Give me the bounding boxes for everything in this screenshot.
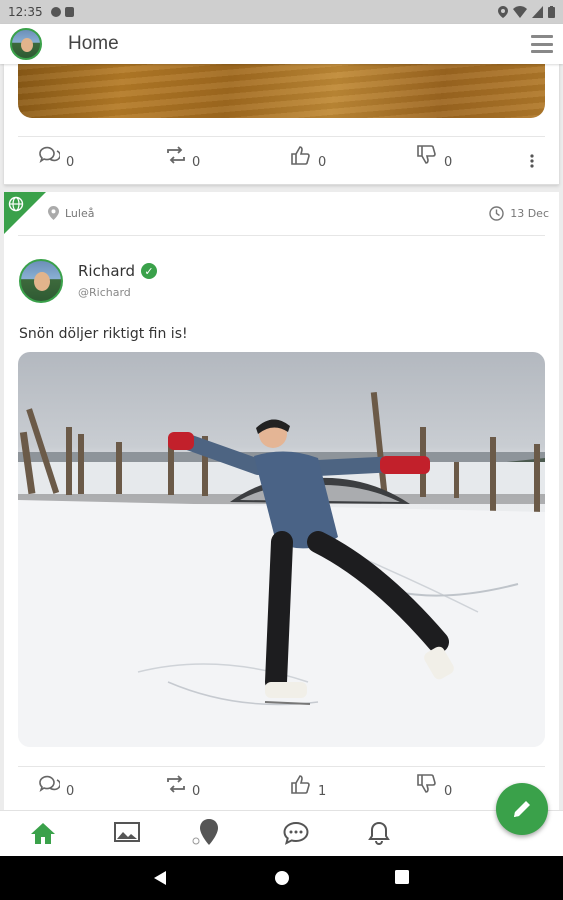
dislike-count: 0	[444, 783, 453, 799]
location-label: Luleå	[65, 206, 95, 220]
globe-icon	[8, 196, 24, 212]
comment-icon	[39, 146, 60, 163]
recents-icon[interactable]	[395, 870, 409, 884]
thumbs-down-icon	[417, 144, 436, 164]
signal-icon	[532, 6, 543, 18]
like-count: 1	[318, 783, 327, 799]
notification-icon	[50, 7, 61, 17]
map-pin-icon[interactable]	[187, 819, 223, 847]
dislike-button[interactable]: 0	[416, 773, 453, 799]
post-text: Snön döljer riktigt fin is!	[19, 326, 188, 342]
repost-button[interactable]: 0	[164, 774, 201, 799]
post-actions: 0 0 1 0	[4, 773, 559, 806]
pencil-icon	[514, 801, 530, 817]
repost-count: 0	[192, 783, 201, 799]
status-time: 12:35	[8, 5, 43, 19]
app-bar: Home	[0, 24, 563, 64]
post-card: 0 0 0 0	[4, 64, 559, 185]
gallery-icon[interactable]	[114, 821, 140, 843]
divider	[18, 136, 545, 137]
like-button[interactable]: 0	[290, 145, 327, 170]
post-actions: 0 0 0 0	[4, 144, 559, 177]
profile-avatar[interactable]	[10, 28, 42, 60]
more-options-icon[interactable]	[529, 153, 535, 169]
sd-card-icon	[64, 7, 74, 17]
post-image[interactable]	[18, 64, 545, 118]
like-button[interactable]: 1	[290, 774, 327, 799]
author-handle[interactable]: @Richard	[78, 286, 131, 299]
divider	[18, 766, 545, 767]
author-avatar[interactable]	[19, 259, 63, 303]
post-date: 13 Dec	[489, 206, 549, 221]
skating-photo	[18, 391, 545, 747]
dislike-count: 0	[444, 154, 453, 170]
thumbs-up-icon	[291, 774, 310, 794]
repost-button[interactable]: 0	[164, 145, 201, 170]
comment-count: 0	[66, 783, 75, 799]
comment-count: 0	[66, 154, 75, 170]
comment-button[interactable]: 0	[38, 146, 75, 170]
divider	[18, 235, 545, 236]
location-pin-icon	[48, 206, 59, 220]
date-label: 13 Dec	[510, 207, 549, 220]
author-name[interactable]: Richard ✓	[78, 262, 157, 280]
location-status-icon	[498, 6, 508, 18]
home-circle-icon[interactable]	[274, 870, 290, 886]
wifi-icon	[513, 6, 527, 18]
chat-icon[interactable]	[283, 821, 309, 845]
back-icon[interactable]	[153, 870, 167, 886]
home-icon[interactable]	[30, 821, 56, 845]
thumbs-down-icon	[417, 773, 436, 793]
thumbs-up-icon	[291, 145, 310, 165]
comment-icon	[39, 775, 60, 792]
post-card: Luleå 13 Dec Richard ✓ @Richard Snön döl…	[4, 192, 559, 812]
repost-icon	[167, 774, 185, 793]
author-name-text: Richard	[78, 262, 135, 280]
bottom-nav	[0, 810, 563, 856]
post-image[interactable]	[18, 352, 545, 747]
verified-check-icon: ✓	[140, 263, 157, 279]
like-count: 0	[318, 154, 327, 170]
bell-icon[interactable]	[368, 821, 390, 845]
repost-count: 0	[192, 154, 201, 170]
page-title: Home	[68, 33, 119, 54]
dislike-button[interactable]: 0	[416, 144, 453, 170]
system-nav-bar	[0, 856, 563, 900]
battery-icon	[548, 6, 555, 18]
compose-fab-button[interactable]	[496, 783, 548, 835]
post-location[interactable]: Luleå	[48, 206, 94, 220]
status-bar: 12:35	[0, 0, 563, 24]
comment-button[interactable]: 0	[38, 775, 75, 799]
clock-icon	[489, 206, 504, 221]
repost-icon	[167, 145, 185, 164]
hamburger-menu-icon[interactable]	[531, 35, 553, 53]
